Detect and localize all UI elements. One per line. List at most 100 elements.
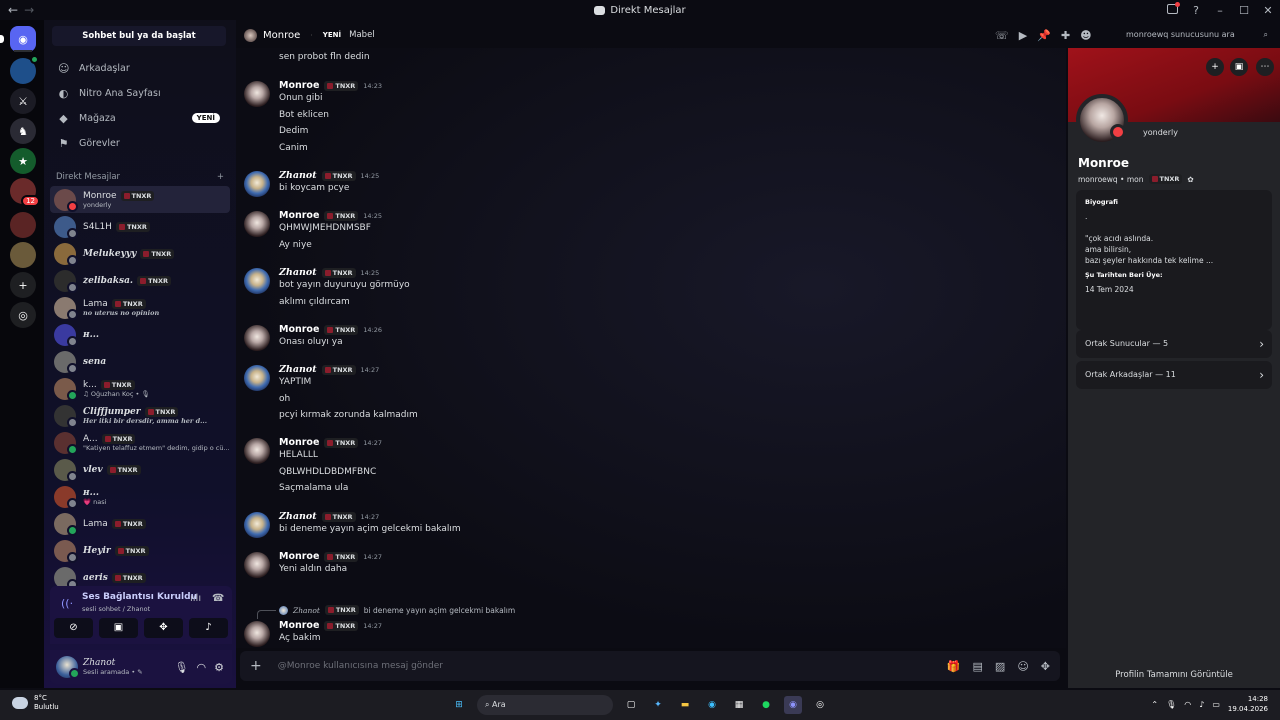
noise-suppression-icon[interactable]: ıılı xyxy=(190,593,201,604)
apps-icon[interactable]: ✥ xyxy=(1041,660,1050,673)
copilot-icon[interactable]: ✦ xyxy=(649,696,667,714)
message-author[interactable]: Zhanot xyxy=(279,364,317,375)
headphones-icon[interactable]: ◠ xyxy=(197,661,207,674)
message-author[interactable]: Monroe xyxy=(279,437,319,448)
dm-item[interactable]: Lama TNXR no uterus no opinion xyxy=(50,294,230,321)
nav-nitro[interactable]: ◐ Nitro Ana Sayfası xyxy=(52,82,228,104)
message-author[interactable]: Zhanot xyxy=(279,267,317,278)
dm-item[interactable]: Monroe TNXR yonderly xyxy=(50,186,230,213)
message-input[interactable]: @Monroe kullanıcısına mesaj gönder xyxy=(278,661,443,671)
avatar[interactable] xyxy=(244,28,257,42)
voice-channel[interactable]: sesli sohbet / Zhanot xyxy=(82,605,150,613)
settings-gear-icon[interactable]: ⚙ xyxy=(214,661,224,674)
avatar[interactable] xyxy=(244,325,270,351)
volume-icon[interactable]: ♪ xyxy=(1199,700,1204,709)
user-profile-icon[interactable]: ☻ xyxy=(1080,29,1091,42)
microphone-icon[interactable]: 🎙 xyxy=(1166,700,1176,709)
gift-icon[interactable]: 🎁 xyxy=(947,660,961,673)
mutual-friends-row[interactable]: Ortak Arkadaşlar — 11 › xyxy=(1076,361,1272,389)
dm-item[interactable]: Heyir TNXR xyxy=(50,537,230,564)
steam-icon[interactable]: ◎ xyxy=(811,696,829,714)
dm-item[interactable]: sena xyxy=(50,348,230,375)
dm-item[interactable]: zelibaksa. TNXR xyxy=(50,267,230,294)
add-friends-to-dm-icon[interactable]: ✚ xyxy=(1061,29,1070,42)
attach-plus-icon[interactable]: + xyxy=(250,658,262,674)
search-input[interactable]: monroewq sunucusunu ara ⌕ xyxy=(1120,27,1272,43)
avatar[interactable] xyxy=(244,81,270,107)
server-folder[interactable]: 12 xyxy=(10,178,40,207)
battery-icon[interactable]: ▭ xyxy=(1212,700,1220,709)
soundboard-icon[interactable]: ♪ xyxy=(189,618,228,638)
avatar[interactable] xyxy=(244,268,270,294)
avatar[interactable] xyxy=(244,512,270,538)
back-arrow-icon[interactable]: ← xyxy=(8,3,18,17)
microphone-icon[interactable]: 🎙 xyxy=(175,661,189,674)
header-extra-label[interactable]: Mabel xyxy=(349,30,375,40)
server-icon[interactable]: ★ xyxy=(10,148,36,174)
message-composer[interactable]: + @Monroe kullanıcısına mesaj gönder 🎁 ▤… xyxy=(240,651,1060,681)
dm-item[interactable]: A... TNXR "Katiyen telaffuz etmem" dedim, … xyxy=(50,429,230,456)
sticker-icon[interactable]: ▨ xyxy=(995,660,1005,673)
home-button[interactable]: ◉ xyxy=(0,26,36,52)
screen-share-icon[interactable]: ▣ xyxy=(99,618,138,638)
activities-icon[interactable]: ✥ xyxy=(144,618,183,638)
discord-taskbar-icon[interactable]: ◉ xyxy=(784,696,802,714)
message-author[interactable]: Monroe xyxy=(279,324,319,335)
windows-start-icon[interactable]: ⊞ xyxy=(450,696,468,714)
spotify-icon[interactable]: ● xyxy=(757,696,775,714)
voice-call-icon[interactable]: ☏ xyxy=(995,29,1009,42)
wifi-icon[interactable]: ◠ xyxy=(1184,700,1191,709)
avatar[interactable] xyxy=(244,211,270,237)
avatar[interactable] xyxy=(56,656,80,679)
server-icon[interactable]: ⚔ xyxy=(10,88,36,114)
dm-item[interactable]: ʜ... xyxy=(50,321,230,348)
forward-arrow-icon[interactable]: → xyxy=(24,3,34,17)
more-options-icon[interactable]: ⋯ xyxy=(1256,58,1274,76)
avatar[interactable] xyxy=(244,171,270,197)
message-author[interactable]: Zhanot xyxy=(279,170,317,181)
dm-item[interactable]: aeris TNXR xyxy=(50,564,230,586)
server-icon[interactable] xyxy=(10,212,36,238)
mutual-servers-row[interactable]: Ortak Sunucular — 5 › xyxy=(1076,330,1272,358)
disconnect-icon[interactable]: ☎ xyxy=(212,593,224,604)
avatar[interactable] xyxy=(244,621,270,647)
dm-item[interactable]: ʜ... 💗 nasi xyxy=(50,483,230,510)
server-icon[interactable]: ♞ xyxy=(10,118,36,144)
dm-item[interactable]: vlev TNXR xyxy=(50,456,230,483)
add-friend-icon[interactable]: + xyxy=(1206,58,1224,76)
avatar[interactable] xyxy=(244,552,270,578)
task-view-icon[interactable]: ▢ xyxy=(622,696,640,714)
edge-icon[interactable]: ◉ xyxy=(703,696,721,714)
message-author[interactable]: Monroe xyxy=(279,80,319,91)
dm-item[interactable]: k... TNXR ♫ Oğuzhan Koç • 🎙 xyxy=(50,375,230,402)
video-call-icon[interactable]: ▶ xyxy=(1019,29,1027,42)
gif-icon[interactable]: ▤ xyxy=(973,660,983,673)
file-explorer-icon[interactable]: ▬ xyxy=(676,696,694,714)
gift-icon[interactable]: ▣ xyxy=(1230,58,1248,76)
help-icon[interactable]: ? xyxy=(1184,4,1208,17)
nav-quests[interactable]: ⚑ Görevler xyxy=(52,132,228,154)
maximize-button[interactable]: ☐ xyxy=(1232,4,1256,17)
close-button[interactable]: ✕ xyxy=(1256,4,1280,17)
server-icon[interactable] xyxy=(10,55,39,84)
camera-off-icon[interactable]: ⊘ xyxy=(54,618,93,638)
clock[interactable]: 14:28 19.04.2026 xyxy=(1228,694,1268,714)
reply-preview[interactable]: Zhanot TNXR bi deneme yayın açim gelcekmi … xyxy=(256,605,515,619)
nav-friends[interactable]: ☺ Arkadaşlar xyxy=(52,57,228,79)
dm-item[interactable]: Cliffjumper TNXR Her iṫki bir dersdir, amm… xyxy=(50,402,230,429)
weather-widget[interactable]: 8°C Bulutlu xyxy=(12,694,59,712)
taskbar-search[interactable]: ⌕ Ara xyxy=(477,695,613,715)
avatar[interactable] xyxy=(244,365,270,391)
dm-item[interactable]: Melukeyyy TNXR xyxy=(50,240,230,267)
tray-chevron-icon[interactable]: ⌃ xyxy=(1151,700,1158,709)
discover-icon[interactable]: ◎ xyxy=(10,302,36,328)
minimize-button[interactable]: – xyxy=(1208,4,1232,17)
view-full-profile-link[interactable]: Profilin Tamamını Görüntüle xyxy=(1068,670,1280,680)
inbox-icon[interactable] xyxy=(1160,1,1184,17)
message-author[interactable]: Monroe xyxy=(279,210,319,221)
dm-item[interactable]: Lama TNXR xyxy=(50,510,230,537)
message-author[interactable]: Zhanot xyxy=(279,511,317,522)
dm-item[interactable]: S4L1H TNXR xyxy=(50,213,230,240)
nav-shop[interactable]: ◆ Mağaza YENİ xyxy=(52,107,228,129)
avatar[interactable] xyxy=(244,438,270,464)
